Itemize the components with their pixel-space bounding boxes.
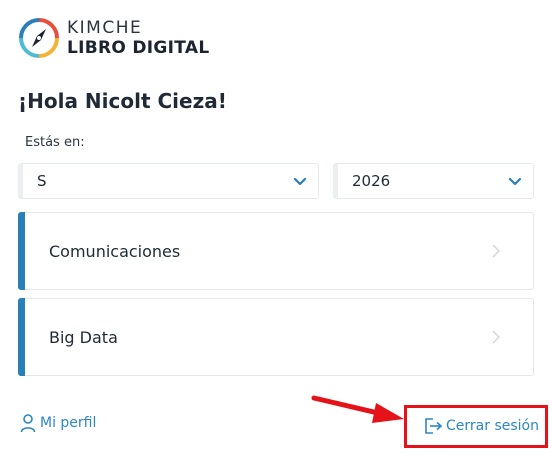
brand-product: LIBRO DIGITAL [67,37,210,58]
card-label: Big Data [49,327,118,347]
profile-link[interactable]: Mi perfil [20,413,96,433]
card-big-data[interactable]: Big Data [18,298,534,376]
school-select-value: S [37,172,47,190]
annotation-arrow-icon [311,395,404,423]
card-label: Comunicaciones [49,241,181,261]
chevron-right-icon [492,244,501,258]
compass-logo-icon [18,17,60,59]
greeting-heading: ¡Hola Nicolt Cieza! [18,89,227,113]
brand-name: KIMCHE [67,17,143,38]
logout-highlight-box: Cerrar sesión [404,405,548,448]
logout-label: Cerrar sesión [446,418,539,434]
app-logo: KIMCHE LIBRO DIGITAL [18,17,209,59]
logout-icon [425,418,443,434]
chevron-right-icon [492,330,501,344]
school-select[interactable]: S [18,163,319,199]
year-select-value: 2026 [352,172,391,190]
logout-link[interactable]: Cerrar sesión [423,416,539,436]
location-label: Estás en: [25,135,85,150]
profile-label: Mi perfil [40,415,97,431]
chevron-down-icon [293,177,307,186]
year-select[interactable]: 2026 [333,163,534,199]
chevron-down-icon [508,177,522,186]
user-icon [20,414,36,433]
card-comunicaciones[interactable]: Comunicaciones [18,212,534,290]
